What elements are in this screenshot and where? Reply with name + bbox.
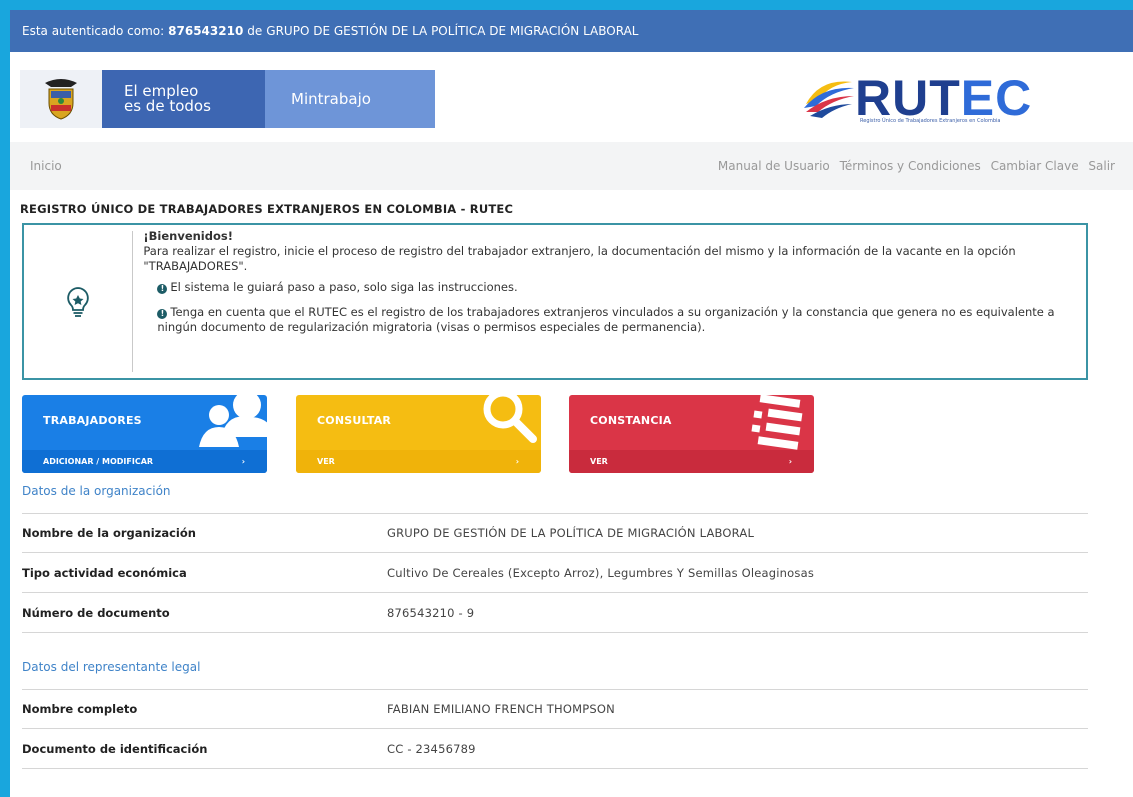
tile-consultar[interactable]: CONSULTAR VER › <box>296 395 541 473</box>
nav-change-password-link[interactable]: Cambiar Clave <box>991 159 1079 173</box>
government-banner[interactable]: El empleo es de todos Mintrabajo <box>20 70 435 128</box>
rutec-subtitle: Registro Único de Trabajadores Extranjer… <box>860 118 1001 124</box>
auth-connector: de <box>247 24 263 38</box>
tile-consultar-action: VER <box>317 457 335 466</box>
welcome-icon-column <box>24 231 134 372</box>
row-value: CC - 23456789 <box>387 741 476 756</box>
chevron-right-icon: › <box>515 457 519 466</box>
chevron-right-icon: › <box>788 457 792 466</box>
auth-user-id: 876543210 <box>168 24 244 38</box>
welcome-note-2: ! Tenga en cuenta que el RUTEC es el regi… <box>157 305 1076 335</box>
welcome-intro: Para realizar el registro, inicie el pro… <box>143 244 1016 273</box>
table-row: Nombre completo FABIAN EMILIANO FRENCH T… <box>22 689 1088 729</box>
info-icon: ! <box>157 309 168 319</box>
organization-section-title: Datos de la organización <box>22 484 171 498</box>
tile-trabajadores-action: ADICIONAR / MODIFICAR <box>43 457 154 466</box>
header: El empleo es de todos Mintrabajo RUTEC R… <box>10 52 1133 142</box>
tile-constancia[interactable]: CONSTANCIA VER › <box>569 395 814 473</box>
window-frame-left <box>0 0 10 797</box>
table-row: Número de documento 876543210 - 9 <box>22 593 1088 633</box>
table-row: Nombre de la organización GRUPO DE GESTI… <box>22 513 1088 553</box>
auth-bar: Esta autenticado como: 876543210 de GRUP… <box>10 10 1133 52</box>
row-value: 876543210 - 9 <box>387 605 475 620</box>
welcome-note-1-text: El sistema le guiará paso a paso, solo s… <box>170 280 518 294</box>
welcome-panel: ¡Bienvenidos! Para realizar el registro,… <box>22 223 1088 380</box>
nav-manual-link[interactable]: Manual de Usuario <box>718 159 830 173</box>
welcome-text: ¡Bienvenidos! Para realizar el registro,… <box>133 225 1086 378</box>
nav-home-link[interactable]: Inicio <box>30 159 62 173</box>
tile-constancia-title: CONSTANCIA <box>590 414 672 427</box>
row-value: Cultivo De Cereales (Excepto Arroz), Leg… <box>387 565 815 580</box>
row-label: Tipo actividad económica <box>22 565 187 580</box>
tile-consultar-title: CONSULTAR <box>317 414 392 427</box>
coat-of-arms-icon <box>20 70 102 128</box>
row-label: Nombre de la organización <box>22 526 196 540</box>
government-slogan: El empleo es de todos <box>102 70 265 128</box>
row-label: Documento de identificación <box>22 741 208 756</box>
action-tiles: TRABAJADORES ADICIONAR / MODIFICAR › CON… <box>22 395 822 475</box>
welcome-note-1: ! El sistema le guiará paso a paso, solo … <box>157 280 1076 295</box>
legal-rep-table: Nombre completo FABIAN EMILIANO FRENCH T… <box>22 689 1088 769</box>
users-icon <box>199 395 267 447</box>
window-frame-top <box>0 0 1133 10</box>
table-row: Documento de identificación CC - 2345678… <box>22 729 1088 769</box>
rutec-swirl-icon <box>804 81 854 118</box>
row-value: FABIAN EMILIANO FRENCH THOMPSON <box>387 702 615 716</box>
auth-prefix: Esta autenticado como: <box>22 24 165 38</box>
auth-organization: GRUPO DE GESTIÓN DE LA POLÍTICA DE MIGRA… <box>266 24 639 38</box>
organization-table: Nombre de la organización GRUPO DE GESTI… <box>22 513 1088 633</box>
nav-right-links: Manual de Usuario Términos y Condiciones… <box>712 159 1115 173</box>
row-value: GRUPO DE GESTIÓN DE LA POLÍTICA DE MIGRA… <box>387 526 755 540</box>
lightbulb-icon <box>67 286 89 317</box>
welcome-note-2-text: Tenga en cuenta que el RUTEC es el regis… <box>157 305 1055 334</box>
top-nav: Inicio Manual de Usuario Términos y Cond… <box>10 142 1133 190</box>
page: Esta autenticado como: 876543210 de GRUP… <box>10 10 1133 797</box>
search-icon <box>483 395 537 443</box>
tile-trabajadores[interactable]: TRABAJADORES ADICIONAR / MODIFICAR › <box>22 395 267 473</box>
rutec-logo[interactable]: RUTEC Registro Único de Trabajadores Ext… <box>800 70 1100 130</box>
info-icon: ! <box>157 284 168 294</box>
welcome-title: ¡Bienvenidos! <box>143 229 233 243</box>
nav-logout-link[interactable]: Salir <box>1088 159 1115 173</box>
nav-terms-link[interactable]: Términos y Condiciones <box>840 159 981 173</box>
page-title: REGISTRO ÚNICO DE TRABAJADORES EXTRANJER… <box>20 202 514 216</box>
tile-constancia-action: VER <box>590 457 608 466</box>
legal-rep-section-title: Datos del representante legal <box>22 660 201 674</box>
slogan-line-2: es de todos <box>124 97 211 115</box>
chevron-right-icon: › <box>241 457 245 466</box>
row-label: Número de documento <box>22 605 170 620</box>
tile-trabajadores-title: TRABAJADORES <box>43 414 142 427</box>
table-row: Tipo actividad económica Cultivo De Cere… <box>22 553 1088 593</box>
row-label: Nombre completo <box>22 702 138 716</box>
ministry-label: Mintrabajo <box>265 70 435 128</box>
document-icon <box>751 395 803 450</box>
